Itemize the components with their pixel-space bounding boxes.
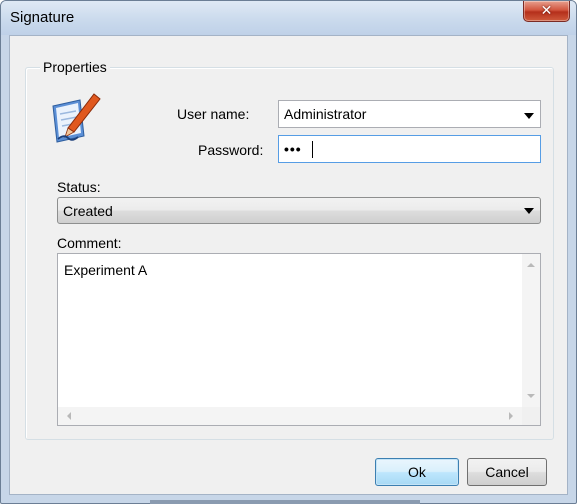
close-button[interactable]: ✕ [523, 1, 570, 22]
comment-label: Comment: [57, 235, 122, 251]
text-cursor [312, 141, 313, 158]
close-icon: ✕ [540, 2, 553, 18]
scrollbar-corner [522, 407, 540, 425]
password-value: ••• [284, 141, 302, 157]
password-label: Password: [198, 142, 264, 158]
password-field[interactable]: ••• [278, 135, 541, 163]
vertical-scrollbar[interactable] [522, 254, 540, 407]
status-dropdown[interactable]: Created [57, 197, 541, 224]
chevron-down-icon [524, 113, 534, 119]
status-label: Status: [57, 179, 101, 195]
scroll-right-icon[interactable] [509, 412, 513, 420]
properties-legend: Properties [40, 59, 110, 75]
user-name-value: Administrator [284, 106, 367, 122]
horizontal-scrollbar[interactable] [58, 407, 522, 425]
title-bar[interactable]: Signature ✕ [1, 1, 576, 35]
user-name-label: User name: [177, 106, 250, 122]
cancel-button[interactable]: Cancel [467, 458, 547, 486]
scroll-up-icon[interactable] [527, 263, 535, 267]
comment-textarea[interactable]: Experiment A [57, 253, 541, 426]
user-name-combobox[interactable]: Administrator [278, 100, 541, 128]
ok-button[interactable]: Ok [375, 458, 459, 486]
scroll-down-icon[interactable] [527, 394, 535, 398]
window-bottom-edge [150, 500, 420, 504]
comment-value: Experiment A [64, 262, 148, 278]
status-value: Created [63, 203, 113, 219]
signature-pen-icon [52, 93, 101, 143]
window-title: Signature [10, 9, 75, 26]
scroll-left-icon[interactable] [67, 412, 71, 420]
chevron-down-icon [524, 208, 534, 214]
